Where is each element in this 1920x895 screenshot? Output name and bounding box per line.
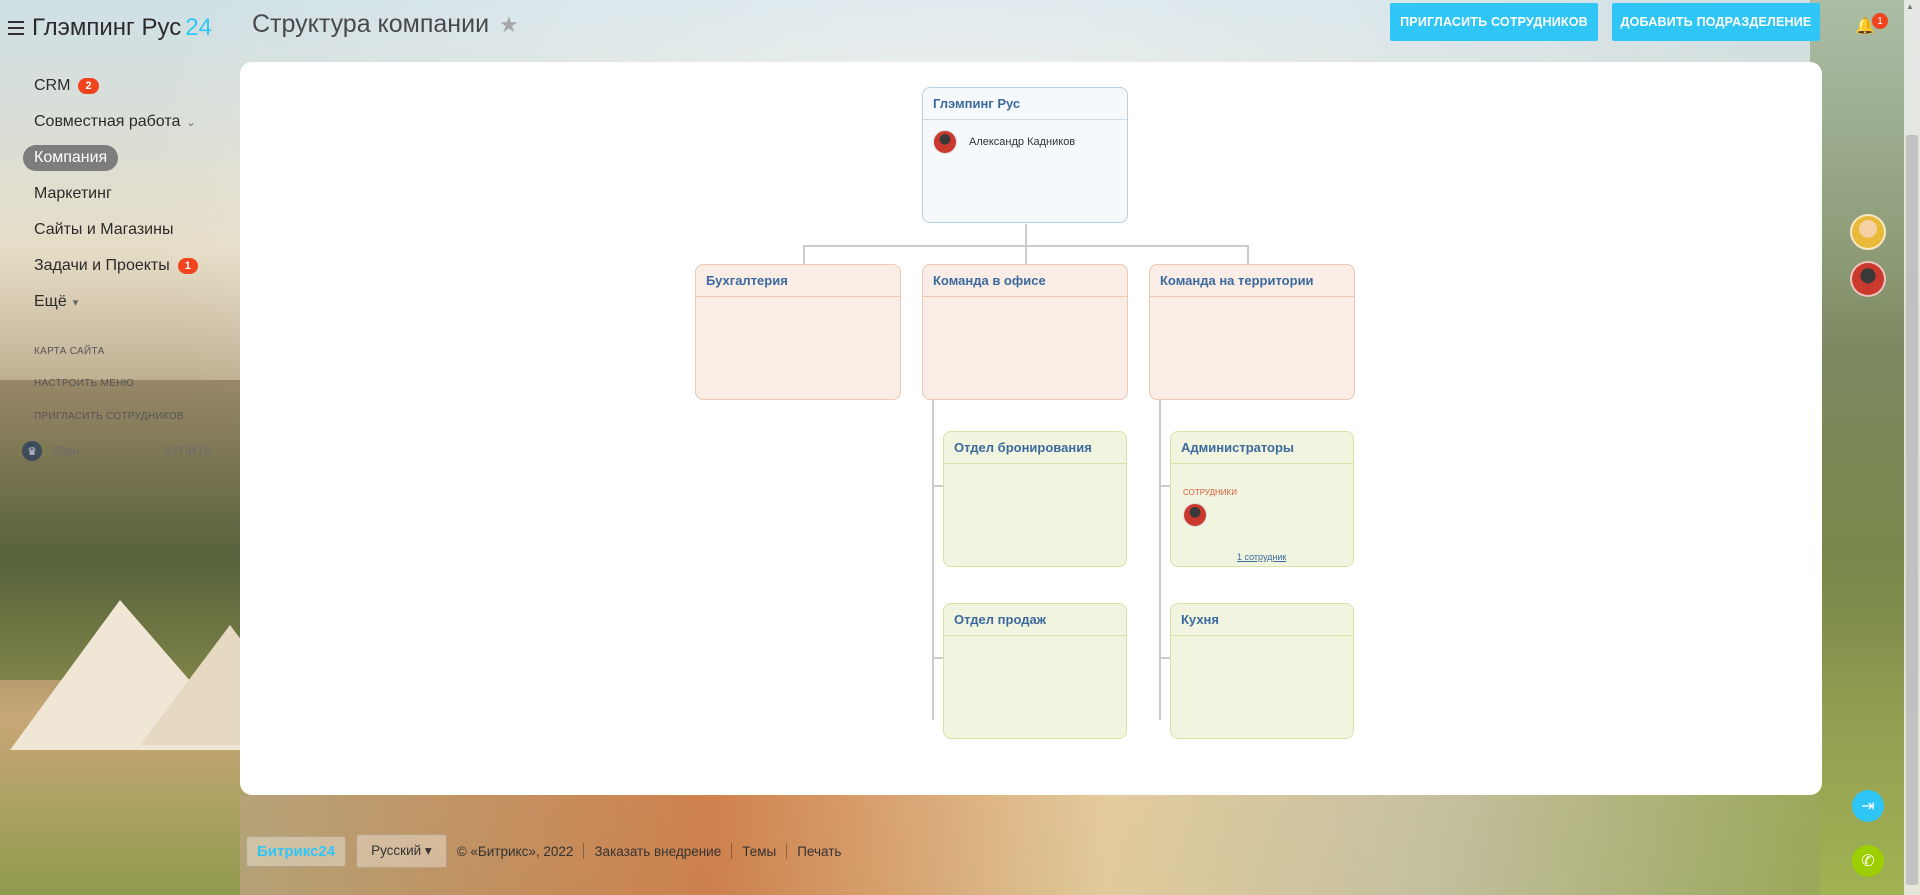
department-title[interactable]: Администраторы: [1171, 432, 1353, 464]
connector-line: [932, 400, 934, 720]
avatar: [933, 130, 957, 154]
chevron-down-icon: ▾: [72, 296, 79, 309]
chevron-down-icon: ⌄: [186, 116, 196, 129]
head-name: Александр Кадников: [969, 136, 1076, 148]
language-value: Русский: [371, 843, 422, 858]
org-chart: Глэмпинг Рус Александр Кадников Бухгалте…: [240, 62, 1822, 795]
avatar[interactable]: [1850, 214, 1886, 250]
sidebar-item-sites[interactable]: Сайты и Магазины: [22, 212, 222, 248]
sidebar-item-company[interactable]: Компания: [22, 140, 222, 176]
menu-burger-icon[interactable]: [8, 21, 24, 35]
phone-icon[interactable]: ✆: [1852, 845, 1884, 877]
sidebar-item-more[interactable]: Ещё ▾: [22, 284, 222, 320]
crown-icon: ♛: [22, 441, 42, 461]
department-title[interactable]: Бухгалтерия: [696, 265, 900, 297]
department-card[interactable]: Администраторы СОТРУДНИКИ 1 сотрудник: [1170, 431, 1354, 567]
brand: Глэмпинг Рус 24: [8, 14, 212, 42]
department-card[interactable]: Отдел бронирования: [943, 431, 1127, 567]
department-card[interactable]: Отдел продаж: [943, 603, 1127, 739]
employees-label: СОТРУДНИКИ: [1183, 488, 1237, 497]
brand-suffix: 24: [185, 14, 212, 41]
avatar[interactable]: [1850, 261, 1886, 297]
avatar[interactable]: [1183, 503, 1207, 527]
footer: Битрикс24 Русский ▾ © «Битрикс», 2022 За…: [246, 834, 841, 868]
counter-badge: 2: [78, 78, 99, 94]
logout-icon[interactable]: ⇥: [1852, 790, 1884, 822]
brand-name[interactable]: Глэмпинг Рус: [32, 14, 181, 41]
employees-count-link[interactable]: 1 сотрудник: [1237, 552, 1286, 562]
notification-badge: 1: [1872, 13, 1888, 29]
connector-line: [1025, 245, 1027, 265]
department-card[interactable]: Команда в офисе: [922, 264, 1128, 400]
sidebar-item-collaboration[interactable]: Совместная работа ⌄: [22, 104, 222, 140]
department-title[interactable]: Отдел продаж: [944, 604, 1126, 636]
department-card[interactable]: Кухня: [1170, 603, 1354, 739]
department-title[interactable]: Команда на территории: [1150, 265, 1354, 297]
department-card[interactable]: Команда на территории: [1149, 264, 1355, 400]
themes-link[interactable]: Темы: [742, 844, 776, 859]
connector-line: [1247, 245, 1249, 265]
page-title: Структура компании: [252, 10, 490, 38]
connector-line: [803, 245, 805, 265]
divider: [583, 843, 585, 859]
divider: [731, 843, 733, 859]
sidebar-item-tasks[interactable]: Задачи и Проекты 1: [22, 248, 222, 284]
sitemap-link[interactable]: КАРТА САЙТА: [34, 346, 105, 357]
sidebar-menu: CRM 2 Совместная работа ⌄ Компания Марке…: [22, 68, 222, 320]
sidebar-item-label: Маркетинг: [34, 185, 112, 202]
department-title[interactable]: Команда в офисе: [923, 265, 1127, 297]
connector-line: [1159, 400, 1161, 720]
language-select[interactable]: Русский ▾: [356, 834, 447, 868]
sidebar-item-label: Сайты и Магазины: [34, 221, 174, 238]
sidebar-item-marketing[interactable]: Маркетинг: [22, 176, 222, 212]
order-implementation-link[interactable]: Заказать внедрение: [594, 844, 721, 859]
print-link[interactable]: Печать: [797, 844, 841, 859]
sidebar-item-crm[interactable]: CRM 2: [22, 68, 222, 104]
counter-badge: 1: [177, 258, 198, 274]
divider: [786, 843, 788, 859]
connector-line: [1025, 224, 1027, 247]
trial-bar: ♛ 30дн КУПИТЬ: [22, 441, 212, 461]
invite-employees-button[interactable]: ПРИГЛАСИТЬ СОТРУДНИКОВ: [1390, 3, 1598, 41]
star-icon[interactable]: ★: [499, 12, 519, 38]
customize-menu-link[interactable]: НАСТРОИТЬ МЕНЮ: [34, 378, 134, 389]
scroll-up-icon[interactable]: ▲: [1906, 2, 1914, 11]
department-card-root[interactable]: Глэмпинг Рус Александр Кадников: [922, 87, 1128, 223]
buy-link[interactable]: КУПИТЬ: [165, 444, 212, 458]
sidebar-item-label: Задачи и Проекты: [34, 257, 170, 274]
sidebar-item-label: Совместная работа: [34, 113, 181, 130]
page-title-row: Структура компании ★: [252, 10, 519, 39]
sidebar-item-label: Ещё: [34, 293, 67, 310]
department-head[interactable]: Александр Кадников: [923, 120, 1127, 164]
trial-days: 30дн: [52, 444, 79, 458]
bitrix-logo[interactable]: Битрикс24: [246, 835, 347, 867]
add-department-button[interactable]: ДОБАВИТЬ ПОДРАЗДЕЛЕНИЕ: [1612, 3, 1820, 41]
invite-link[interactable]: ПРИГЛАСИТЬ СОТРУДНИКОВ: [34, 411, 184, 422]
copyright: © «Битрикс», 2022: [456, 843, 574, 859]
main-panel: Глэмпинг Рус Александр Кадников Бухгалте…: [240, 62, 1822, 795]
department-title[interactable]: Кухня: [1171, 604, 1353, 636]
department-title[interactable]: Глэмпинг Рус: [923, 88, 1127, 120]
department-title[interactable]: Отдел бронирования: [944, 432, 1126, 464]
scrollbar-thumb[interactable]: [1906, 135, 1918, 885]
sidebar-item-label: CRM: [34, 77, 71, 94]
department-card[interactable]: Бухгалтерия: [695, 264, 901, 400]
sidebar-item-label: Компания: [23, 145, 119, 171]
